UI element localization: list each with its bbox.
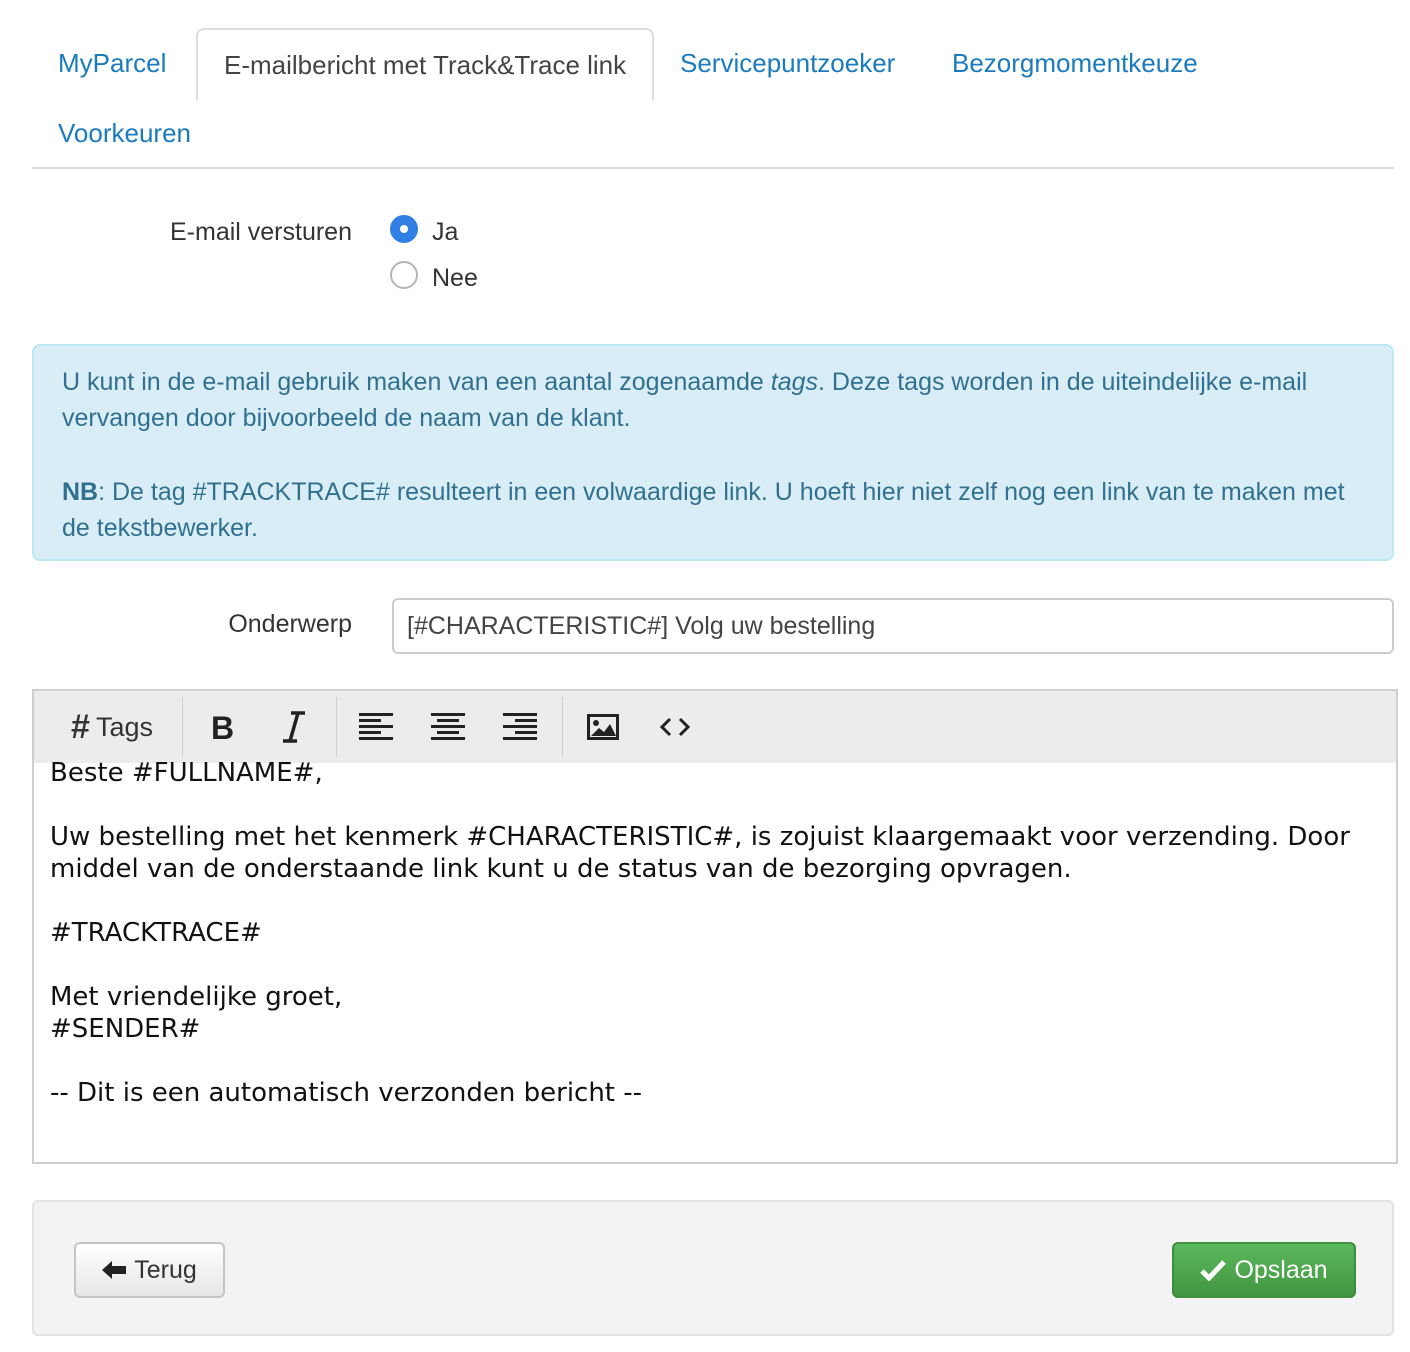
email-editor[interactable]: # Tags B Beste #FULLNAME#, Uw bestelling… (32, 689, 1398, 1164)
info-alert: U kunt in de e-mail gebruik maken van ee… (32, 344, 1394, 561)
source-code-button[interactable] (656, 691, 694, 763)
radio-nee-label[interactable]: Nee (432, 264, 478, 293)
info-paragraph-tags: U kunt in de e-mail gebruik maken van ee… (62, 368, 1308, 432)
arrow-left-icon (102, 1261, 127, 1279)
tab-bezorgmomentkeuze[interactable]: Bezorgmomentkeuze (926, 28, 1224, 98)
editor-content[interactable]: Beste #FULLNAME#, Uw bestelling met het … (50, 757, 1380, 1109)
save-button-label: Opslaan (1234, 1255, 1328, 1284)
align-left-button[interactable] (358, 691, 394, 763)
radio-nee[interactable] (390, 261, 418, 289)
editor-toolbar: # Tags B (34, 691, 1396, 763)
align-center-button[interactable] (430, 691, 466, 763)
tab-myparcel[interactable]: MyParcel (32, 28, 192, 98)
tags-button[interactable]: # Tags (44, 691, 180, 763)
back-button-label: Terug (134, 1255, 197, 1284)
bold-icon: B (211, 712, 234, 742)
svg-text:B: B (211, 712, 234, 742)
align-right-button[interactable] (502, 691, 538, 763)
insert-image-button[interactable] (584, 691, 622, 763)
align-left-icon (359, 713, 393, 740)
italic-button[interactable] (274, 691, 314, 763)
italic-icon (283, 711, 305, 743)
radio-ja-label[interactable]: Ja (432, 218, 458, 247)
send-email-label: E-mail versturen (170, 218, 352, 246)
tab-email-track-trace[interactable]: E-mailbericht met Track&Trace link (196, 28, 655, 100)
save-button[interactable]: Opslaan (1172, 1242, 1356, 1298)
tab-servicepuntzoeker[interactable]: Servicepuntzoeker (654, 28, 921, 98)
form-footer: Terug Opslaan (32, 1200, 1394, 1336)
radio-ja[interactable] (390, 215, 418, 243)
bold-button[interactable]: B (202, 691, 242, 763)
subject-input[interactable]: [#CHARACTERISTIC#] Volg uw bestelling (392, 598, 1394, 654)
tab-voorkeuren[interactable]: Voorkeuren (32, 98, 217, 168)
checkmark-icon (1200, 1260, 1227, 1281)
back-button[interactable]: Terug (74, 1242, 225, 1298)
image-icon (587, 714, 619, 740)
tab-bar: MyParcel E-mailbericht met Track&Trace l… (32, 28, 1394, 169)
info-paragraph-nb: NB: De tag #TRACKTRACE# resulteert in ee… (62, 478, 1345, 542)
hash-icon: # (71, 707, 90, 746)
align-center-icon (431, 713, 465, 740)
subject-label: Onderwerp (228, 610, 352, 638)
code-icon (660, 717, 690, 737)
tags-label: Tags (95, 711, 153, 742)
align-right-icon (503, 713, 537, 740)
